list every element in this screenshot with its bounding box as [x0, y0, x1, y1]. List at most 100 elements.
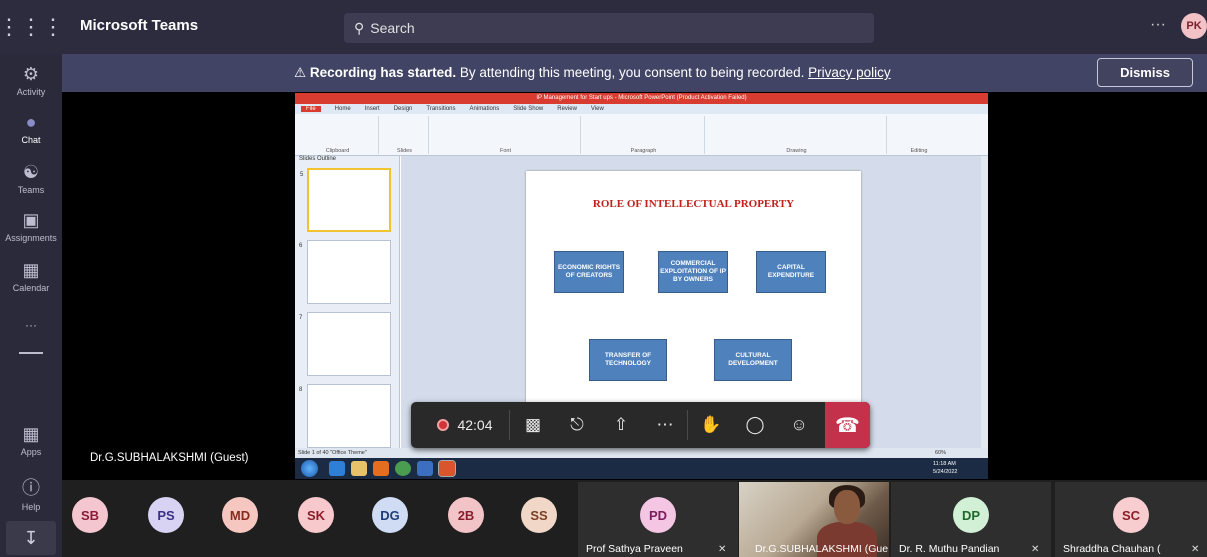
powerpoint-icon: [438, 460, 456, 477]
hang-up-button[interactable]: ☎: [825, 402, 870, 448]
ie-icon: [329, 461, 345, 476]
participant-avatar[interactable]: MD: [222, 497, 258, 533]
rail-item-calendar[interactable]: ▦ Calendar: [0, 260, 62, 293]
share-screen-icon[interactable]: ⇧: [599, 402, 643, 448]
ribbon-group-label: Font: [499, 148, 511, 154]
rail-label: Calendar: [12, 283, 50, 293]
ppt-tab: Animations: [469, 106, 500, 112]
slide-box: ECONOMIC RIGHTS OF CREATORS: [554, 251, 624, 293]
participant-avatar: PD: [640, 497, 676, 533]
divider: [509, 410, 510, 440]
rail-label: Teams: [17, 185, 45, 195]
participant-avatar[interactable]: DG: [372, 497, 408, 533]
windows-start-icon: [301, 460, 318, 477]
current-slide: ROLE OF INTELLECTUAL PROPERTY ECONOMIC R…: [526, 171, 861, 431]
rail-item-teams[interactable]: ☯ Teams: [0, 162, 62, 195]
ribbon-group-label: Editing: [910, 148, 928, 154]
thumb-number: 7: [299, 315, 303, 321]
record-icon: [437, 419, 450, 431]
camera-off-icon[interactable]: ▩: [511, 402, 555, 448]
ppt-ribbon: Clipboard Slides Font Paragraph Drawing …: [295, 114, 988, 156]
dismiss-button[interactable]: Dismiss: [1097, 58, 1193, 87]
participant-tile[interactable]: DP Dr. R. Muthu Pandian ✕: [891, 482, 1051, 557]
download-icon[interactable]: ↧: [6, 521, 56, 555]
slide-box: COMMERCIAL EXPLOITATION OF IP BY OWNERS: [658, 251, 728, 293]
participant-avatar: DP: [953, 497, 989, 533]
participant-avatar[interactable]: SK: [298, 497, 334, 533]
app-title: Microsoft Teams: [80, 17, 199, 34]
ppt-zoom: 60%: [935, 450, 947, 456]
participant-name: Dr. R. Muthu Pandian: [899, 543, 1000, 555]
ppt-ribbon-tabs: File Home Insert Design Transitions Anim…: [295, 104, 988, 114]
mic-off-icon: ✕: [1191, 544, 1200, 555]
thumb-number: 5: [300, 172, 304, 178]
rail-item-activity[interactable]: ⚙ Activity: [0, 64, 62, 97]
thumb-number: 6: [299, 243, 303, 249]
ppt-status-text: Slide 1 of 40 "Office Theme": [298, 450, 367, 456]
app-launcher-icon[interactable]: ⋮⋮⋮: [0, 0, 64, 54]
rail-item-help[interactable]: ⓘ Help: [0, 474, 62, 512]
mic-off-icon[interactable]: ⎋: [555, 402, 599, 448]
bell-icon: ⚙: [22, 64, 40, 84]
rail-item-assignments[interactable]: ▣ Assignments: [0, 210, 62, 243]
participant-avatar[interactable]: SS: [521, 497, 557, 533]
ribbon-group: Editing: [889, 116, 949, 154]
rail-item-more[interactable]: ···: [0, 318, 62, 332]
ribbon-group-label: Slides: [397, 148, 412, 154]
user-avatar[interactable]: PK: [1181, 13, 1207, 39]
slide-thumbnail: 5: [300, 168, 391, 232]
calendar-icon: ▦: [22, 260, 40, 280]
participant-video-tile[interactable]: Dr.G.SUBHALAKSHMI (Gue: [739, 482, 889, 557]
more-options-button[interactable]: ···: [1150, 16, 1166, 34]
participant-tile[interactable]: SC Shraddha Chauhan ( ✕: [1055, 482, 1207, 557]
participant-avatar[interactable]: SB: [72, 497, 108, 533]
participant-avatar[interactable]: 2B: [448, 497, 484, 533]
slide-box: CAPITAL EXPENDITURE: [756, 251, 826, 293]
search-input[interactable]: ⚲ Search: [344, 13, 874, 43]
ribbon-group: Drawing: [707, 116, 887, 154]
privacy-policy-link[interactable]: Privacy policy: [808, 65, 891, 80]
call-controls: 42:04 ▩ ⎋ ⇧ ⋯ ✋ ◯ ☺ ☎: [411, 402, 870, 448]
warning-icon: ⚠: [294, 65, 307, 80]
more-actions-icon[interactable]: ⋯: [643, 402, 687, 448]
ppt-tab: Insert: [364, 106, 380, 112]
assignments-icon: ▣: [22, 210, 40, 230]
slide-box: TRANSFER OF TECHNOLOGY: [589, 339, 667, 381]
call-timer: 42:04: [457, 417, 493, 433]
ppt-window-title: IP Management for Start ups - Microsoft …: [295, 93, 988, 104]
banner-message: ⚠ Recording has started. By attending th…: [294, 65, 891, 81]
media-icon: [373, 461, 389, 476]
ribbon-group-label: Clipboard: [325, 148, 350, 154]
slide-thumbnails-panel: Slides Outline 5 6 7 8: [295, 156, 400, 448]
rail-item-chat[interactable]: ● Chat: [0, 112, 62, 145]
participant-name: Shraddha Chauhan (: [1063, 543, 1161, 555]
raise-hand-icon[interactable]: ✋: [689, 402, 733, 448]
rail-item-apps[interactable]: ▦ Apps: [0, 424, 62, 457]
chat-icon[interactable]: ◯: [733, 402, 777, 448]
participant-avatar: SC: [1113, 497, 1149, 533]
ppt-tab: View: [590, 106, 604, 112]
rail-label: Chat: [21, 135, 41, 145]
participant-avatar[interactable]: PS: [148, 497, 184, 533]
chat-icon: ●: [25, 112, 37, 132]
teams-icon: ☯: [22, 162, 40, 182]
slide-box: CULTURAL DEVELOPMENT: [714, 339, 792, 381]
rail-divider: [19, 352, 43, 354]
panel-tabs: Slides Outline: [299, 156, 337, 162]
windows-taskbar: 11:18 AM 5/24/2022: [295, 458, 988, 479]
ppt-vertical-scrollbar: [981, 156, 988, 448]
ribbon-group: Paragraph: [583, 116, 705, 154]
participant-name: Prof Sathya Praveen: [586, 543, 683, 555]
rail-label: Activity: [16, 87, 46, 97]
ppt-status-bar: Slide 1 of 40 "Office Theme" 60%: [295, 448, 988, 458]
slide-thumbnail: 7: [299, 312, 391, 376]
presenter-label: Dr.G.SUBHALAKSHMI (Guest): [90, 452, 249, 464]
rail-label: Assignments: [5, 233, 57, 243]
explorer-icon: [417, 461, 433, 476]
rail-label: Help: [21, 502, 41, 512]
participants-icon[interactable]: ☺: [777, 402, 821, 448]
ppt-tab: File: [301, 106, 321, 112]
search-placeholder: Search: [370, 20, 415, 36]
participant-tile[interactable]: PD Prof Sathya Praveen ✕: [578, 482, 738, 557]
recording-indicator: 42:04: [425, 402, 505, 448]
